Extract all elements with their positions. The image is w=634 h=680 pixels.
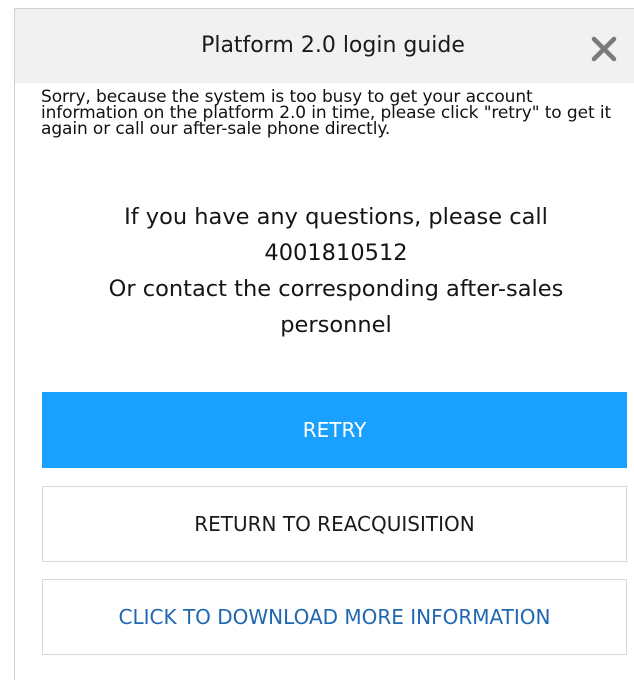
- error-message: Sorry, because the system is too busy to…: [41, 87, 612, 139]
- return-button-label: RETURN TO REACQUISITION: [194, 512, 475, 536]
- contact-info: If you have any questions, please call 4…: [71, 199, 601, 343]
- close-icon[interactable]: [588, 33, 620, 65]
- contact-line-1: If you have any questions, please call: [124, 204, 548, 230]
- download-link-label: CLICK TO DOWNLOAD MORE INFORMATION: [118, 605, 551, 629]
- retry-button[interactable]: RETRY: [42, 392, 627, 468]
- close-icon-graphic: [591, 36, 617, 62]
- contact-line-2: Or contact the corresponding after-sales…: [108, 276, 564, 338]
- download-more-information-link[interactable]: CLICK TO DOWNLOAD MORE INFORMATION: [42, 579, 627, 655]
- login-guide-dialog: Platform 2.0 login guide Sorry, because …: [14, 8, 634, 680]
- dialog-header: Platform 2.0 login guide: [15, 9, 634, 83]
- contact-phone: 4001810512: [264, 240, 408, 266]
- return-to-reacquisition-button[interactable]: RETURN TO REACQUISITION: [42, 486, 627, 562]
- retry-button-label: RETRY: [302, 418, 367, 442]
- dialog-title: Platform 2.0 login guide: [201, 33, 465, 58]
